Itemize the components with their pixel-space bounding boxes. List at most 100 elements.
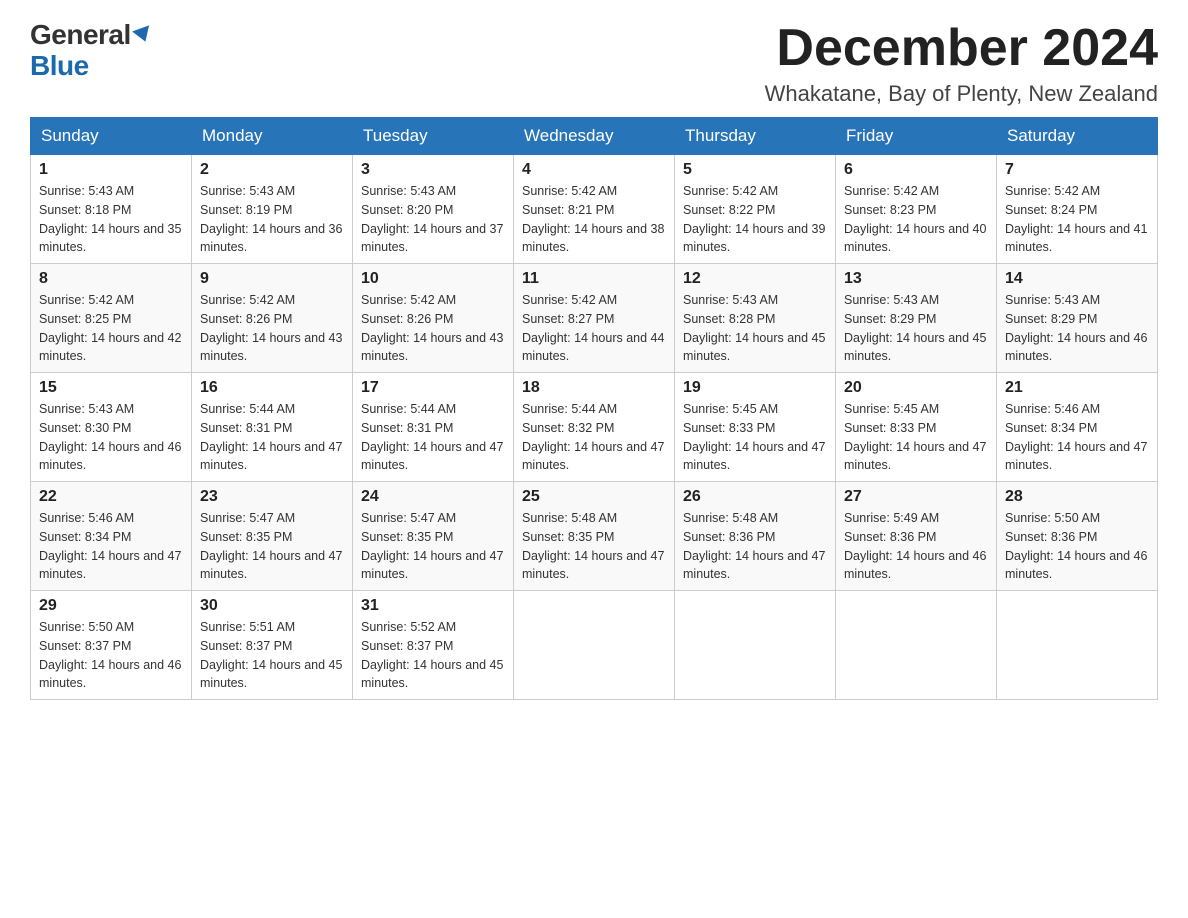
calendar-cell <box>997 591 1158 700</box>
day-info: Sunrise: 5:45 AMSunset: 8:33 PMDaylight:… <box>844 402 986 472</box>
weekday-header-sunday: Sunday <box>31 118 192 155</box>
day-info: Sunrise: 5:42 AMSunset: 8:25 PMDaylight:… <box>39 293 181 363</box>
calendar-cell: 13 Sunrise: 5:43 AMSunset: 8:29 PMDaylig… <box>836 264 997 373</box>
calendar-cell: 15 Sunrise: 5:43 AMSunset: 8:30 PMDaylig… <box>31 373 192 482</box>
day-number: 21 <box>1005 379 1149 397</box>
day-info: Sunrise: 5:51 AMSunset: 8:37 PMDaylight:… <box>200 620 342 690</box>
weekday-header-wednesday: Wednesday <box>514 118 675 155</box>
day-number: 5 <box>683 161 827 179</box>
day-number: 31 <box>361 597 505 615</box>
day-number: 4 <box>522 161 666 179</box>
day-info: Sunrise: 5:43 AMSunset: 8:29 PMDaylight:… <box>1005 293 1147 363</box>
day-number: 2 <box>200 161 344 179</box>
day-info: Sunrise: 5:43 AMSunset: 8:28 PMDaylight:… <box>683 293 825 363</box>
location-subtitle: Whakatane, Bay of Plenty, New Zealand <box>765 81 1158 107</box>
day-info: Sunrise: 5:42 AMSunset: 8:21 PMDaylight:… <box>522 184 664 254</box>
calendar-cell: 17 Sunrise: 5:44 AMSunset: 8:31 PMDaylig… <box>353 373 514 482</box>
calendar-cell: 7 Sunrise: 5:42 AMSunset: 8:24 PMDayligh… <box>997 155 1158 264</box>
calendar-cell: 21 Sunrise: 5:46 AMSunset: 8:34 PMDaylig… <box>997 373 1158 482</box>
calendar-cell: 11 Sunrise: 5:42 AMSunset: 8:27 PMDaylig… <box>514 264 675 373</box>
month-year-title: December 2024 <box>765 20 1158 77</box>
day-info: Sunrise: 5:43 AMSunset: 8:29 PMDaylight:… <box>844 293 986 363</box>
day-number: 20 <box>844 379 988 397</box>
weekday-header-thursday: Thursday <box>675 118 836 155</box>
calendar-cell: 10 Sunrise: 5:42 AMSunset: 8:26 PMDaylig… <box>353 264 514 373</box>
title-section: December 2024 Whakatane, Bay of Plenty, … <box>765 20 1158 107</box>
day-number: 11 <box>522 270 666 288</box>
calendar-cell <box>675 591 836 700</box>
page-header: General Blue December 2024 Whakatane, Ba… <box>30 20 1158 107</box>
calendar-cell: 31 Sunrise: 5:52 AMSunset: 8:37 PMDaylig… <box>353 591 514 700</box>
calendar-cell: 19 Sunrise: 5:45 AMSunset: 8:33 PMDaylig… <box>675 373 836 482</box>
day-info: Sunrise: 5:44 AMSunset: 8:31 PMDaylight:… <box>361 402 503 472</box>
logo: General Blue <box>30 20 152 82</box>
day-info: Sunrise: 5:42 AMSunset: 8:23 PMDaylight:… <box>844 184 986 254</box>
day-number: 23 <box>200 488 344 506</box>
calendar-cell <box>836 591 997 700</box>
weekday-header-row: SundayMondayTuesdayWednesdayThursdayFrid… <box>31 118 1158 155</box>
calendar-cell: 9 Sunrise: 5:42 AMSunset: 8:26 PMDayligh… <box>192 264 353 373</box>
calendar-cell: 29 Sunrise: 5:50 AMSunset: 8:37 PMDaylig… <box>31 591 192 700</box>
calendar-cell: 27 Sunrise: 5:49 AMSunset: 8:36 PMDaylig… <box>836 482 997 591</box>
day-number: 14 <box>1005 270 1149 288</box>
day-number: 17 <box>361 379 505 397</box>
day-info: Sunrise: 5:47 AMSunset: 8:35 PMDaylight:… <box>361 511 503 581</box>
day-info: Sunrise: 5:46 AMSunset: 8:34 PMDaylight:… <box>1005 402 1147 472</box>
calendar-table: SundayMondayTuesdayWednesdayThursdayFrid… <box>30 117 1158 700</box>
week-row-2: 8 Sunrise: 5:42 AMSunset: 8:25 PMDayligh… <box>31 264 1158 373</box>
day-number: 8 <box>39 270 183 288</box>
day-info: Sunrise: 5:46 AMSunset: 8:34 PMDaylight:… <box>39 511 181 581</box>
day-number: 10 <box>361 270 505 288</box>
calendar-cell: 18 Sunrise: 5:44 AMSunset: 8:32 PMDaylig… <box>514 373 675 482</box>
day-info: Sunrise: 5:44 AMSunset: 8:31 PMDaylight:… <box>200 402 342 472</box>
calendar-cell: 1 Sunrise: 5:43 AMSunset: 8:18 PMDayligh… <box>31 155 192 264</box>
weekday-header-tuesday: Tuesday <box>353 118 514 155</box>
week-row-4: 22 Sunrise: 5:46 AMSunset: 8:34 PMDaylig… <box>31 482 1158 591</box>
day-info: Sunrise: 5:43 AMSunset: 8:19 PMDaylight:… <box>200 184 342 254</box>
calendar-cell <box>514 591 675 700</box>
day-number: 6 <box>844 161 988 179</box>
day-info: Sunrise: 5:43 AMSunset: 8:30 PMDaylight:… <box>39 402 181 472</box>
day-number: 16 <box>200 379 344 397</box>
week-row-1: 1 Sunrise: 5:43 AMSunset: 8:18 PMDayligh… <box>31 155 1158 264</box>
day-number: 9 <box>200 270 344 288</box>
weekday-header-friday: Friday <box>836 118 997 155</box>
day-info: Sunrise: 5:42 AMSunset: 8:24 PMDaylight:… <box>1005 184 1147 254</box>
logo-general: General <box>30 20 131 51</box>
calendar-cell: 14 Sunrise: 5:43 AMSunset: 8:29 PMDaylig… <box>997 264 1158 373</box>
logo-blue: Blue <box>30 50 89 81</box>
week-row-5: 29 Sunrise: 5:50 AMSunset: 8:37 PMDaylig… <box>31 591 1158 700</box>
calendar-cell: 20 Sunrise: 5:45 AMSunset: 8:33 PMDaylig… <box>836 373 997 482</box>
day-number: 7 <box>1005 161 1149 179</box>
calendar-cell: 4 Sunrise: 5:42 AMSunset: 8:21 PMDayligh… <box>514 155 675 264</box>
day-number: 24 <box>361 488 505 506</box>
calendar-cell: 25 Sunrise: 5:48 AMSunset: 8:35 PMDaylig… <box>514 482 675 591</box>
day-info: Sunrise: 5:49 AMSunset: 8:36 PMDaylight:… <box>844 511 986 581</box>
day-number: 30 <box>200 597 344 615</box>
calendar-cell: 16 Sunrise: 5:44 AMSunset: 8:31 PMDaylig… <box>192 373 353 482</box>
calendar-cell: 6 Sunrise: 5:42 AMSunset: 8:23 PMDayligh… <box>836 155 997 264</box>
calendar-cell: 22 Sunrise: 5:46 AMSunset: 8:34 PMDaylig… <box>31 482 192 591</box>
day-number: 3 <box>361 161 505 179</box>
day-number: 15 <box>39 379 183 397</box>
calendar-cell: 26 Sunrise: 5:48 AMSunset: 8:36 PMDaylig… <box>675 482 836 591</box>
weekday-header-monday: Monday <box>192 118 353 155</box>
calendar-cell: 30 Sunrise: 5:51 AMSunset: 8:37 PMDaylig… <box>192 591 353 700</box>
day-number: 1 <box>39 161 183 179</box>
day-number: 29 <box>39 597 183 615</box>
day-info: Sunrise: 5:48 AMSunset: 8:35 PMDaylight:… <box>522 511 664 581</box>
day-number: 18 <box>522 379 666 397</box>
day-number: 19 <box>683 379 827 397</box>
calendar-cell: 23 Sunrise: 5:47 AMSunset: 8:35 PMDaylig… <box>192 482 353 591</box>
weekday-header-saturday: Saturday <box>997 118 1158 155</box>
day-number: 27 <box>844 488 988 506</box>
day-number: 25 <box>522 488 666 506</box>
day-number: 12 <box>683 270 827 288</box>
day-info: Sunrise: 5:48 AMSunset: 8:36 PMDaylight:… <box>683 511 825 581</box>
day-info: Sunrise: 5:50 AMSunset: 8:36 PMDaylight:… <box>1005 511 1147 581</box>
day-info: Sunrise: 5:42 AMSunset: 8:22 PMDaylight:… <box>683 184 825 254</box>
week-row-3: 15 Sunrise: 5:43 AMSunset: 8:30 PMDaylig… <box>31 373 1158 482</box>
calendar-cell: 24 Sunrise: 5:47 AMSunset: 8:35 PMDaylig… <box>353 482 514 591</box>
day-info: Sunrise: 5:44 AMSunset: 8:32 PMDaylight:… <box>522 402 664 472</box>
day-info: Sunrise: 5:43 AMSunset: 8:20 PMDaylight:… <box>361 184 503 254</box>
